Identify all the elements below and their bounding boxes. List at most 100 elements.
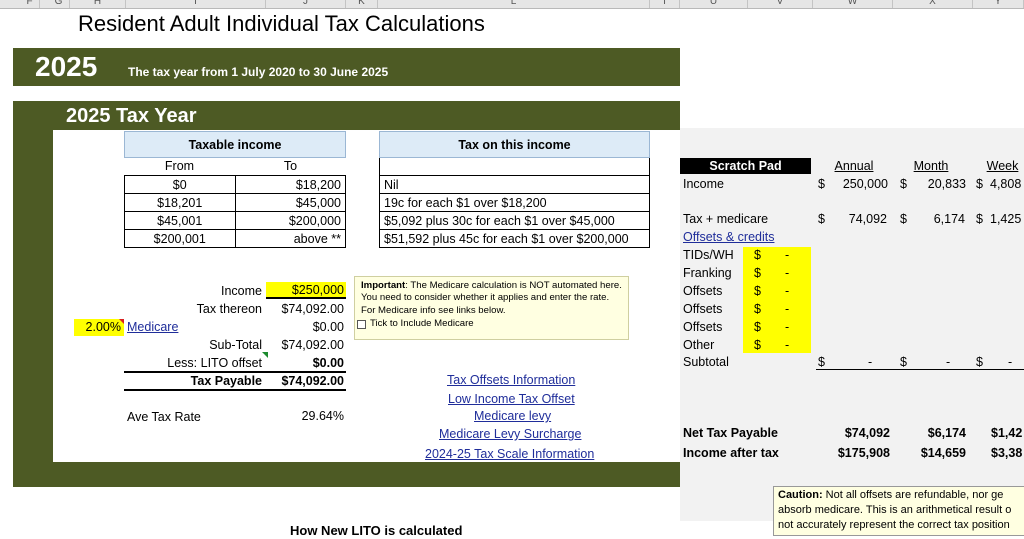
- table-cell[interactable]: $45,001: [124, 211, 236, 230]
- currency-sign: $: [754, 266, 761, 280]
- lito-label: Less: LITO offset: [167, 356, 262, 370]
- caution-note: Caution: Not all offsets are refundable,…: [773, 486, 1024, 536]
- offset-input[interactable]: -: [785, 320, 789, 334]
- tax-offsets-info-link[interactable]: Tax Offsets Information: [447, 372, 575, 388]
- tax-thereon-value: $74,092.00: [281, 302, 344, 316]
- income-input[interactable]: $250,000: [266, 282, 346, 299]
- offset-input[interactable]: -: [785, 284, 789, 298]
- table-row: 19c for each $1 over $18,200: [379, 193, 650, 212]
- table-row: $18,201 $45,000: [124, 193, 346, 212]
- table-row: $200,001 above **: [124, 229, 346, 248]
- offset-row-label: Offsets: [683, 320, 723, 334]
- column-header[interactable]: U: [680, 0, 748, 8]
- sheet-title: Resident Adult Individual Tax Calculatio…: [78, 11, 485, 36]
- offset-input[interactable]: -: [785, 338, 789, 352]
- offset-row-label: TIDs/WH: [683, 248, 734, 262]
- currency-sign: $: [976, 177, 983, 191]
- taxmed-month: 6,174: [933, 212, 965, 226]
- currency-sign: $: [818, 212, 825, 226]
- taxable-income-table: $0 $18,200 $18,201 $45,000 $45,001 $200,…: [124, 175, 346, 248]
- table-cell[interactable]: $0: [124, 175, 236, 194]
- offset-input[interactable]: -: [785, 302, 789, 316]
- table-cell[interactable]: $200,000: [234, 211, 346, 230]
- table-cell[interactable]: $5,092 plus 30c for each $1 over $45,000: [379, 211, 650, 230]
- column-header[interactable]: X: [893, 0, 973, 8]
- subtotal-rule: [816, 369, 1024, 370]
- net-tax-label: Net Tax Payable: [683, 426, 778, 440]
- currency-sign: $: [818, 177, 825, 191]
- tax-on-income-table: Nil 19c for each $1 over $18,200 $5,092 …: [379, 175, 650, 248]
- tax-header-spacer: [379, 158, 650, 175]
- medicare-link[interactable]: Medicare: [127, 319, 178, 335]
- column-header[interactable]: W: [813, 0, 893, 8]
- medicare-note: Important: The Medicare calculation is N…: [354, 276, 629, 340]
- subtotal-annual: -: [868, 355, 873, 369]
- col-to-label: To: [283, 159, 298, 173]
- income-week: 4,808: [990, 177, 1022, 191]
- net-week: $1,42: [991, 426, 1023, 440]
- table-row: $45,001 $200,000: [124, 211, 346, 230]
- tax-thereon-label: Tax thereon: [196, 302, 262, 316]
- table-row: $5,092 plus 30c for each $1 over $45,000: [379, 211, 650, 230]
- taxmed-annual: 74,092: [848, 212, 887, 226]
- net-month: $6,174: [927, 426, 966, 440]
- column-header[interactable]: H: [70, 0, 126, 8]
- currency-sign: $: [976, 212, 983, 226]
- income-label: Income: [221, 284, 262, 298]
- offset-input[interactable]: -: [785, 266, 789, 280]
- subtotal-value: $74,092.00: [281, 338, 344, 352]
- net-annual: $74,092: [844, 426, 890, 440]
- column-header[interactable]: I: [126, 0, 266, 8]
- caution-lead: Caution:: [778, 489, 823, 501]
- column-header[interactable]: G: [48, 0, 70, 8]
- table-cell[interactable]: above **: [234, 229, 346, 248]
- table-cell[interactable]: $18,201: [124, 193, 236, 212]
- currency-sign: $: [754, 284, 761, 298]
- column-header[interactable]: L: [378, 0, 650, 8]
- column-header[interactable]: K: [346, 0, 378, 8]
- tax-payable-label: Tax Payable: [190, 374, 262, 388]
- table-cell[interactable]: $200,001: [124, 229, 236, 248]
- after-week: $3,38: [991, 446, 1023, 460]
- header-month: Month: [913, 159, 949, 173]
- column-header[interactable]: F: [20, 0, 40, 8]
- subtotal-week: -: [1008, 355, 1013, 369]
- tax-on-income-header: Tax on this income: [379, 131, 650, 158]
- offset-row-label: Other: [683, 338, 715, 352]
- income-month: 20,833: [927, 177, 966, 191]
- subtotal-month: -: [946, 355, 951, 369]
- column-header[interactable]: T: [650, 0, 680, 8]
- table-cell[interactable]: 19c for each $1 over $18,200: [379, 193, 650, 212]
- currency-sign: $: [976, 355, 983, 369]
- column-header[interactable]: V: [748, 0, 813, 8]
- note-lead: Important: [361, 280, 406, 291]
- tax-scale-info-link[interactable]: 2024-25 Tax Scale Information: [425, 446, 594, 462]
- lito-value: $0.00: [312, 356, 344, 370]
- currency-sign: $: [754, 320, 761, 334]
- ave-rate-label: Ave Tax Rate: [127, 410, 201, 424]
- medicare-surcharge-link[interactable]: Medicare Levy Surcharge: [439, 426, 581, 442]
- include-medicare-checkbox[interactable]: [357, 320, 366, 329]
- table-cell[interactable]: $45,000: [234, 193, 346, 212]
- banner-subtitle: The tax year from 1 July 2020 to 30 June…: [128, 65, 389, 79]
- low-income-offset-link[interactable]: Low Income Tax Offset: [448, 391, 575, 407]
- table-cell[interactable]: $18,200: [234, 175, 346, 194]
- taxmed-week: 1,425: [990, 212, 1022, 226]
- column-header[interactable]: Y: [973, 0, 1024, 8]
- currency-sign: $: [818, 355, 825, 369]
- medicare-rate-input[interactable]: 2.00%: [74, 319, 124, 336]
- column-header[interactable]: J: [266, 0, 346, 8]
- offset-input[interactable]: -: [785, 248, 789, 262]
- table-cell[interactable]: Nil: [379, 175, 650, 194]
- subtotal-label: Sub-Total: [209, 338, 262, 352]
- taxable-income-header: Taxable income: [124, 131, 346, 158]
- medicare-value: $0.00: [312, 320, 344, 334]
- offsets-credits-link[interactable]: Offsets & credits: [683, 230, 774, 244]
- after-annual: $175,908: [837, 446, 890, 460]
- scratch-income-label: Income: [683, 177, 724, 191]
- medicare-levy-link[interactable]: Medicare levy: [474, 408, 551, 424]
- currency-sign: $: [900, 355, 907, 369]
- scratch-subtotal-label: Subtotal: [683, 355, 729, 369]
- table-cell[interactable]: $51,592 plus 45c for each $1 over $200,0…: [379, 229, 650, 248]
- income-after-tax-label: Income after tax: [683, 446, 779, 460]
